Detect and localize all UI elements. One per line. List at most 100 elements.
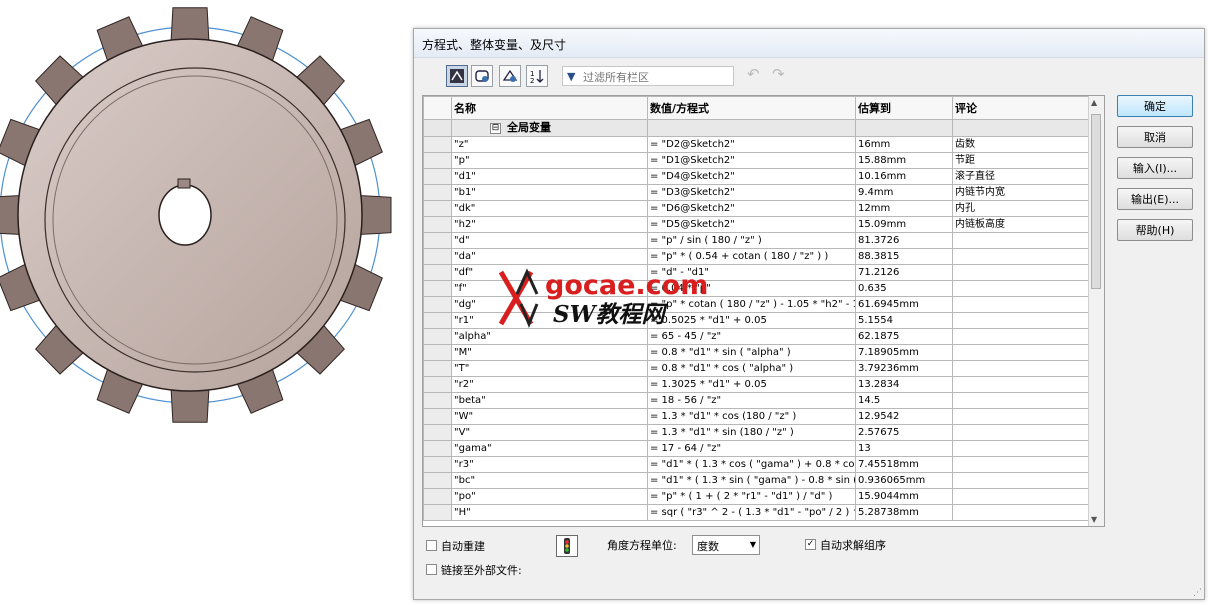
evaluates-cell[interactable]: 15.9044mm [855, 488, 953, 505]
table-row[interactable]: "V" = 1.3 * "d1" * sin (180 / "z" ) 2.5767… [423, 424, 1091, 441]
variable-name-cell[interactable]: "T" [451, 360, 648, 377]
auto-solve-checkbox[interactable]: ✓ [805, 539, 816, 550]
variable-name-cell[interactable]: "da" [451, 248, 648, 265]
equation-cell[interactable]: = "D4@Sketch2" [647, 168, 856, 185]
evaluates-cell[interactable]: 15.88mm [855, 152, 953, 169]
table-row[interactable]: "d" = "p" / sin ( 180 / "z" ) 81.3726 [423, 232, 1091, 249]
variable-name-cell[interactable]: "H" [451, 504, 648, 521]
comment-cell[interactable] [952, 360, 1091, 377]
evaluates-cell[interactable]: 9.4mm [855, 184, 953, 201]
table-row[interactable]: "da" = "p" * ( 0.54 + cotan ( 180 / "z" )… [423, 248, 1091, 265]
variable-name-cell[interactable]: "h2" [451, 216, 648, 233]
equation-cell[interactable]: = "D6@Sketch2" [647, 200, 856, 217]
equation-cell[interactable]: = 1.3 * "d1" * cos (180 / "z" ) [647, 408, 856, 425]
scroll-up-arrow-icon[interactable]: ▲ [1091, 98, 1097, 107]
equation-cell[interactable]: = 17 - 64 / "z" [647, 440, 856, 457]
row-selector[interactable] [423, 264, 452, 281]
ok-button[interactable]: 确定 [1117, 95, 1193, 117]
filter-box[interactable]: ▼ [562, 66, 734, 86]
equation-view-button[interactable] [446, 65, 468, 87]
variable-name-cell[interactable]: "M" [451, 344, 648, 361]
evaluates-cell[interactable]: 62.1875 [855, 328, 953, 345]
evaluates-cell[interactable]: 16mm [855, 136, 953, 153]
row-selector[interactable] [423, 488, 452, 505]
row-selector[interactable] [423, 440, 452, 457]
comment-cell[interactable] [952, 296, 1091, 313]
row-selector[interactable] [423, 328, 452, 345]
evaluates-cell[interactable]: 61.6945mm [855, 296, 953, 313]
variable-name-cell[interactable]: "r2" [451, 376, 648, 393]
grid-vertical-scrollbar[interactable]: ▲ ▼ [1088, 96, 1104, 526]
evaluates-cell[interactable]: 13.2834 [855, 376, 953, 393]
variable-name-cell[interactable]: "gama" [451, 440, 648, 457]
dimension-view-button[interactable] [499, 65, 521, 87]
equation-cell[interactable]: = sqr ( "r3" ^ 2 - ( 1.3 * "d1" - "po" /… [647, 504, 856, 521]
evaluates-cell[interactable]: 5.1554 [855, 312, 953, 329]
equation-cell[interactable]: = "D3@Sketch2" [647, 184, 856, 201]
column-header-comment[interactable]: 评论 [952, 96, 1091, 120]
evaluates-cell[interactable]: 88.3815 [855, 248, 953, 265]
table-row[interactable]: "dk" = "D6@Sketch2" 12mm 内孔 [423, 200, 1091, 217]
table-row[interactable]: "H" = sqr ( "r3" ^ 2 - ( 1.3 * "d1" - "po… [423, 504, 1091, 521]
table-row[interactable]: "b1" = "D3@Sketch2" 9.4mm 内链节内宽 [423, 184, 1091, 201]
row-selector[interactable] [423, 296, 452, 313]
angle-unit-select[interactable]: 度数 ▼ [692, 535, 760, 555]
variable-name-cell[interactable]: "V" [451, 424, 648, 441]
collapse-toggle-icon[interactable]: ⊟ [490, 122, 501, 134]
comment-cell[interactable] [952, 488, 1091, 505]
table-row[interactable]: "po" = "p" * ( 1 + ( 2 * "r1" - "d1" ) / … [423, 488, 1091, 505]
ordered-view-button[interactable]: 12 [526, 65, 548, 87]
comment-cell[interactable] [952, 456, 1091, 473]
evaluates-cell[interactable]: 12mm [855, 200, 953, 217]
row-selector-header[interactable] [423, 96, 452, 120]
comment-cell[interactable]: 内孔 [952, 200, 1091, 217]
evaluates-cell[interactable]: 81.3726 [855, 232, 953, 249]
equation-cell[interactable]: = "p" * ( 1 + ( 2 * "r1" - "d1" ) / "d" … [647, 488, 856, 505]
table-row[interactable]: "W" = 1.3 * "d1" * cos (180 / "z" ) 12.954… [423, 408, 1091, 425]
variable-name-cell[interactable]: "W" [451, 408, 648, 425]
column-header-evaluates[interactable]: 估算到 [855, 96, 953, 120]
row-selector[interactable] [423, 184, 452, 201]
redo-icon[interactable]: ↷ [772, 65, 785, 83]
table-row[interactable]: "p" = "D1@Sketch2" 15.88mm 节距 [423, 152, 1091, 169]
table-row[interactable]: "r3" = "d1" * ( 1.3 * cos ( "gama" ) + 0.… [423, 456, 1091, 473]
row-selector[interactable] [423, 200, 452, 217]
evaluates-cell[interactable]: 0.936065mm [855, 472, 953, 489]
table-row[interactable]: "z" = "D2@Sketch2" 16mm 齿数 [423, 136, 1091, 153]
row-selector[interactable] [423, 216, 452, 233]
row-selector[interactable] [423, 119, 452, 137]
filter-input[interactable] [581, 69, 733, 85]
comment-cell[interactable] [952, 472, 1091, 489]
row-selector[interactable] [423, 424, 452, 441]
scroll-thumb[interactable] [1091, 114, 1101, 289]
comment-cell[interactable] [952, 280, 1091, 297]
row-selector[interactable] [423, 136, 452, 153]
variable-name-cell[interactable]: "d" [451, 232, 648, 249]
table-row[interactable]: "M" = 0.8 * "d1" * sin ( "alpha" ) 7.18905… [423, 344, 1091, 361]
evaluates-cell[interactable]: 15.09mm [855, 216, 953, 233]
table-row[interactable]: "T" = 0.8 * "d1" * cos ( "alpha" ) 3.79236… [423, 360, 1091, 377]
comment-cell[interactable] [952, 424, 1091, 441]
variable-name-cell[interactable]: "d1" [451, 168, 648, 185]
table-row[interactable]: "beta" = 18 - 56 / "z" 14.5 [423, 392, 1091, 409]
table-row[interactable]: "gama" = 17 - 64 / "z" 13 [423, 440, 1091, 457]
comment-cell[interactable]: 滚子直径 [952, 168, 1091, 185]
comment-cell[interactable] [952, 408, 1091, 425]
row-selector[interactable] [423, 392, 452, 409]
row-selector[interactable] [423, 504, 452, 521]
variable-name-cell[interactable]: "bc" [451, 472, 648, 489]
evaluates-cell[interactable]: 7.18905mm [855, 344, 953, 361]
row-selector[interactable] [423, 168, 452, 185]
comment-cell[interactable] [952, 392, 1091, 409]
evaluates-cell[interactable]: 71.2126 [855, 264, 953, 281]
row-selector[interactable] [423, 312, 452, 329]
evaluates-cell[interactable]: 3.79236mm [855, 360, 953, 377]
row-selector[interactable] [423, 376, 452, 393]
evaluates-cell[interactable]: 0.635 [855, 280, 953, 297]
comment-cell[interactable]: 齿数 [952, 136, 1091, 153]
equation-cell[interactable]: = 0.8 * "d1" * sin ( "alpha" ) [647, 344, 856, 361]
variable-name-cell[interactable]: "beta" [451, 392, 648, 409]
sketch-equation-view-button[interactable] [471, 65, 493, 87]
model-viewport[interactable] [0, 0, 415, 602]
scroll-down-arrow-icon[interactable]: ▼ [1091, 515, 1097, 524]
